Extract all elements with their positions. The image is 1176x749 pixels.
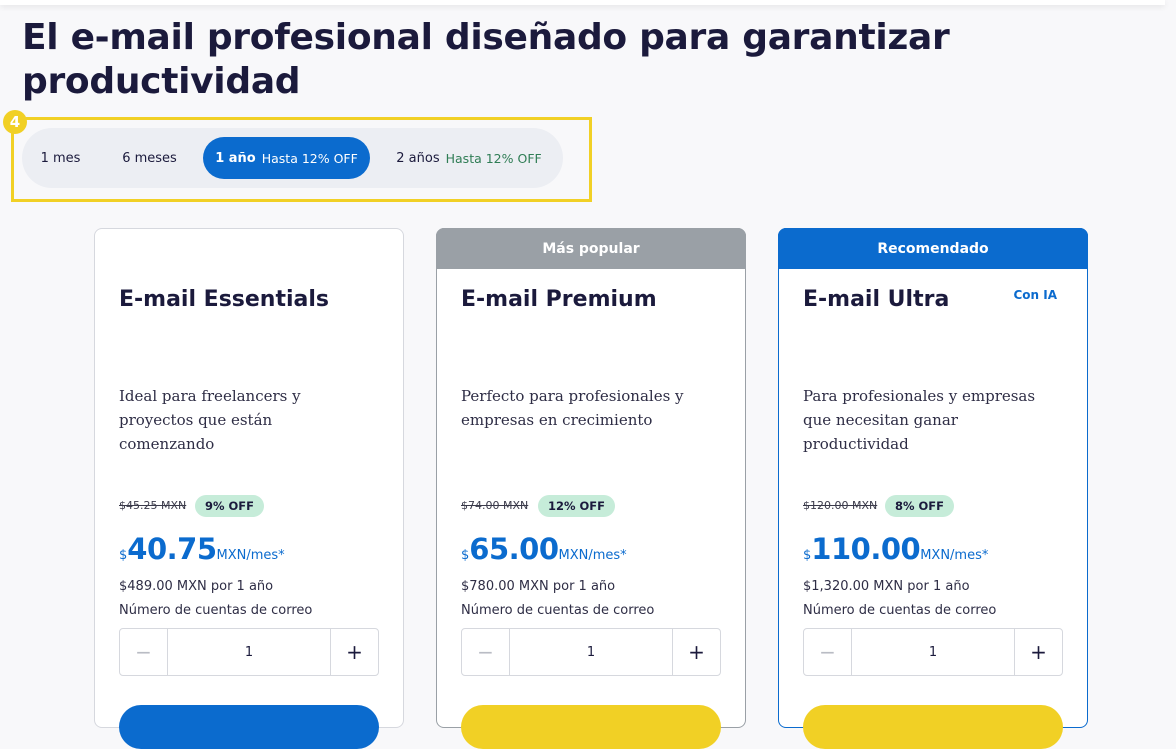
plan-card-premium: Más popular E-mail Premium Perfecto para… [436, 228, 746, 749]
price-unit: MXN/mes* [920, 548, 989, 563]
period-tab-label: 6 meses [122, 150, 177, 166]
price-currency: $ [803, 548, 812, 563]
price: $ 40.75 MXN/mes* [119, 532, 285, 566]
accounts-label: Número de cuentas de correo [461, 603, 655, 618]
yearly-total: $780.00 MXN por 1 año [461, 579, 616, 594]
period-tab-label: 2 años [396, 150, 440, 166]
buy-button[interactable] [461, 705, 721, 749]
plan-description: Ideal para freelancers y proyectos que e… [119, 387, 301, 453]
period-tab-offer: Hasta 12% OFF [261, 150, 358, 166]
recommended-banner: Recomendado [778, 228, 1088, 269]
plan-card-ultra: Recomendado E-mail Ultra Con IA Para pro… [778, 228, 1088, 749]
original-price: $74.00 MXN [461, 499, 529, 512]
increment-button[interactable]: + [672, 629, 720, 675]
discount-badge: 12% OFF [538, 495, 616, 517]
price-unit: MXN/mes* [558, 548, 627, 563]
ai-tag: Con IA [1013, 288, 1057, 302]
price: $ 65.00 MXN/mes* [461, 532, 627, 566]
plan-name: E-mail Essentials [119, 287, 330, 312]
plan-name: E-mail Premium [461, 287, 657, 312]
period-tab-2-years[interactable]: 2 años Hasta 12% OFF [386, 137, 552, 179]
buy-button[interactable] [803, 705, 1063, 749]
plan-description: Perfecto para profesionales y empresas e… [461, 387, 684, 429]
discount-badge: 9% OFF [195, 495, 265, 517]
plan-name: E-mail Ultra [803, 287, 950, 312]
period-tab-offer: Hasta 12% OFF [445, 150, 542, 166]
price: $ 110.00 MXN/mes* [803, 532, 988, 566]
price-currency: $ [119, 548, 128, 563]
accounts-quantity-stepper: − 1 + [803, 628, 1063, 676]
yearly-total: $1,320.00 MXN por 1 año [803, 579, 970, 594]
decrement-button[interactable]: − [120, 629, 168, 675]
price-amount: 65.00 [469, 532, 559, 566]
increment-button[interactable]: + [1014, 629, 1062, 675]
buy-button[interactable] [119, 705, 379, 749]
original-price: $120.00 MXN [803, 499, 878, 512]
period-tab-6-months[interactable]: 6 meses [110, 137, 189, 179]
accounts-label: Número de cuentas de correo [119, 603, 313, 618]
period-tab-label: 1 año [215, 150, 256, 166]
accounts-quantity-stepper: − 1 + [461, 628, 721, 676]
top-bar [0, 0, 1165, 5]
increment-button[interactable]: + [330, 629, 378, 675]
plan-card-essentials: E-mail Essentials Ideal para freelancers… [94, 228, 404, 749]
period-tab-label: 1 mes [40, 150, 81, 166]
original-price: $45.25 MXN [119, 499, 187, 512]
accounts-quantity-stepper: − 1 + [119, 628, 379, 676]
quantity-value[interactable]: 1 [168, 629, 330, 675]
price-unit: MXN/mes* [216, 548, 285, 563]
quantity-value[interactable]: 1 [510, 629, 672, 675]
price-amount: 110.00 [811, 532, 921, 566]
quantity-value[interactable]: 1 [852, 629, 1014, 675]
annotation-badge: 4 [3, 110, 27, 134]
plan-description: Para profesionales y empresas que necesi… [803, 387, 1036, 453]
accounts-label: Número de cuentas de correo [803, 603, 997, 618]
price-currency: $ [461, 548, 470, 563]
price-amount: 40.75 [127, 532, 217, 566]
decrement-button[interactable]: − [462, 629, 510, 675]
discount-badge: 8% OFF [885, 495, 955, 517]
decrement-button[interactable]: − [804, 629, 852, 675]
billing-period-selector: 1 mes 6 meses 1 año Hasta 12% OFF 2 años… [22, 128, 563, 188]
period-tab-1-year[interactable]: 1 año Hasta 12% OFF [203, 137, 370, 179]
period-tab-1-month[interactable]: 1 mes [32, 137, 89, 179]
yearly-total: $489.00 MXN por 1 año [119, 579, 274, 594]
page-title: El e-mail profesional diseñado para gara… [22, 17, 950, 102]
popular-banner: Más popular [436, 228, 746, 269]
